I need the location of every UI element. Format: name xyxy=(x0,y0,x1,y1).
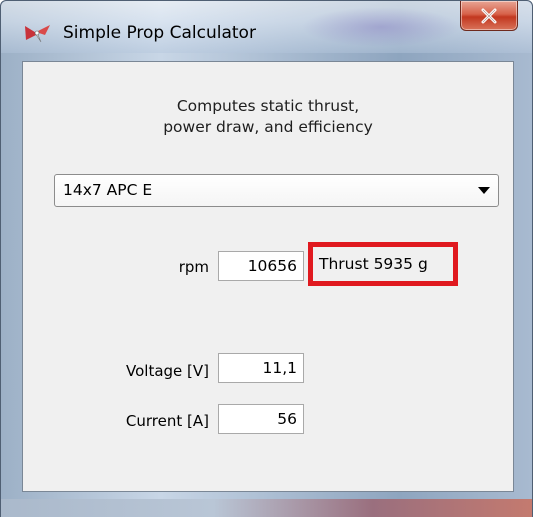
close-button[interactable] xyxy=(460,1,518,31)
propeller-icon xyxy=(25,25,50,43)
app-window: Simple Prop Calculator Computes static t… xyxy=(0,0,533,517)
description-text: Computes static thrust, power draw, and … xyxy=(23,96,513,138)
thrust-readout: Thrust 5935 g xyxy=(319,255,428,273)
voltage-label: Voltage [V] xyxy=(126,362,209,380)
current-label: Current [A] xyxy=(125,412,209,430)
window-title: Simple Prop Calculator xyxy=(63,23,256,43)
rpm-label: rpm xyxy=(178,258,209,276)
propeller-select[interactable]: 14x7 APC E xyxy=(54,174,499,207)
client-area: Computes static thrust, power draw, and … xyxy=(22,61,514,492)
propeller-select-value: 14x7 APC E xyxy=(63,181,153,199)
rpm-field[interactable]: 10656 xyxy=(218,251,304,281)
chevron-down-icon xyxy=(478,187,490,194)
title-bar[interactable]: Simple Prop Calculator xyxy=(1,1,532,53)
window-bottom-frame xyxy=(1,499,532,517)
description-line-1: Computes static thrust, xyxy=(176,97,360,115)
close-icon xyxy=(481,8,497,23)
current-field[interactable]: 56 xyxy=(218,404,304,434)
description-line-2: power draw, and efficiency xyxy=(163,118,373,136)
voltage-field[interactable]: 11,1 xyxy=(218,353,304,383)
thrust-highlight-box: Thrust 5935 g xyxy=(308,242,458,286)
title-bar-glow xyxy=(301,7,461,47)
